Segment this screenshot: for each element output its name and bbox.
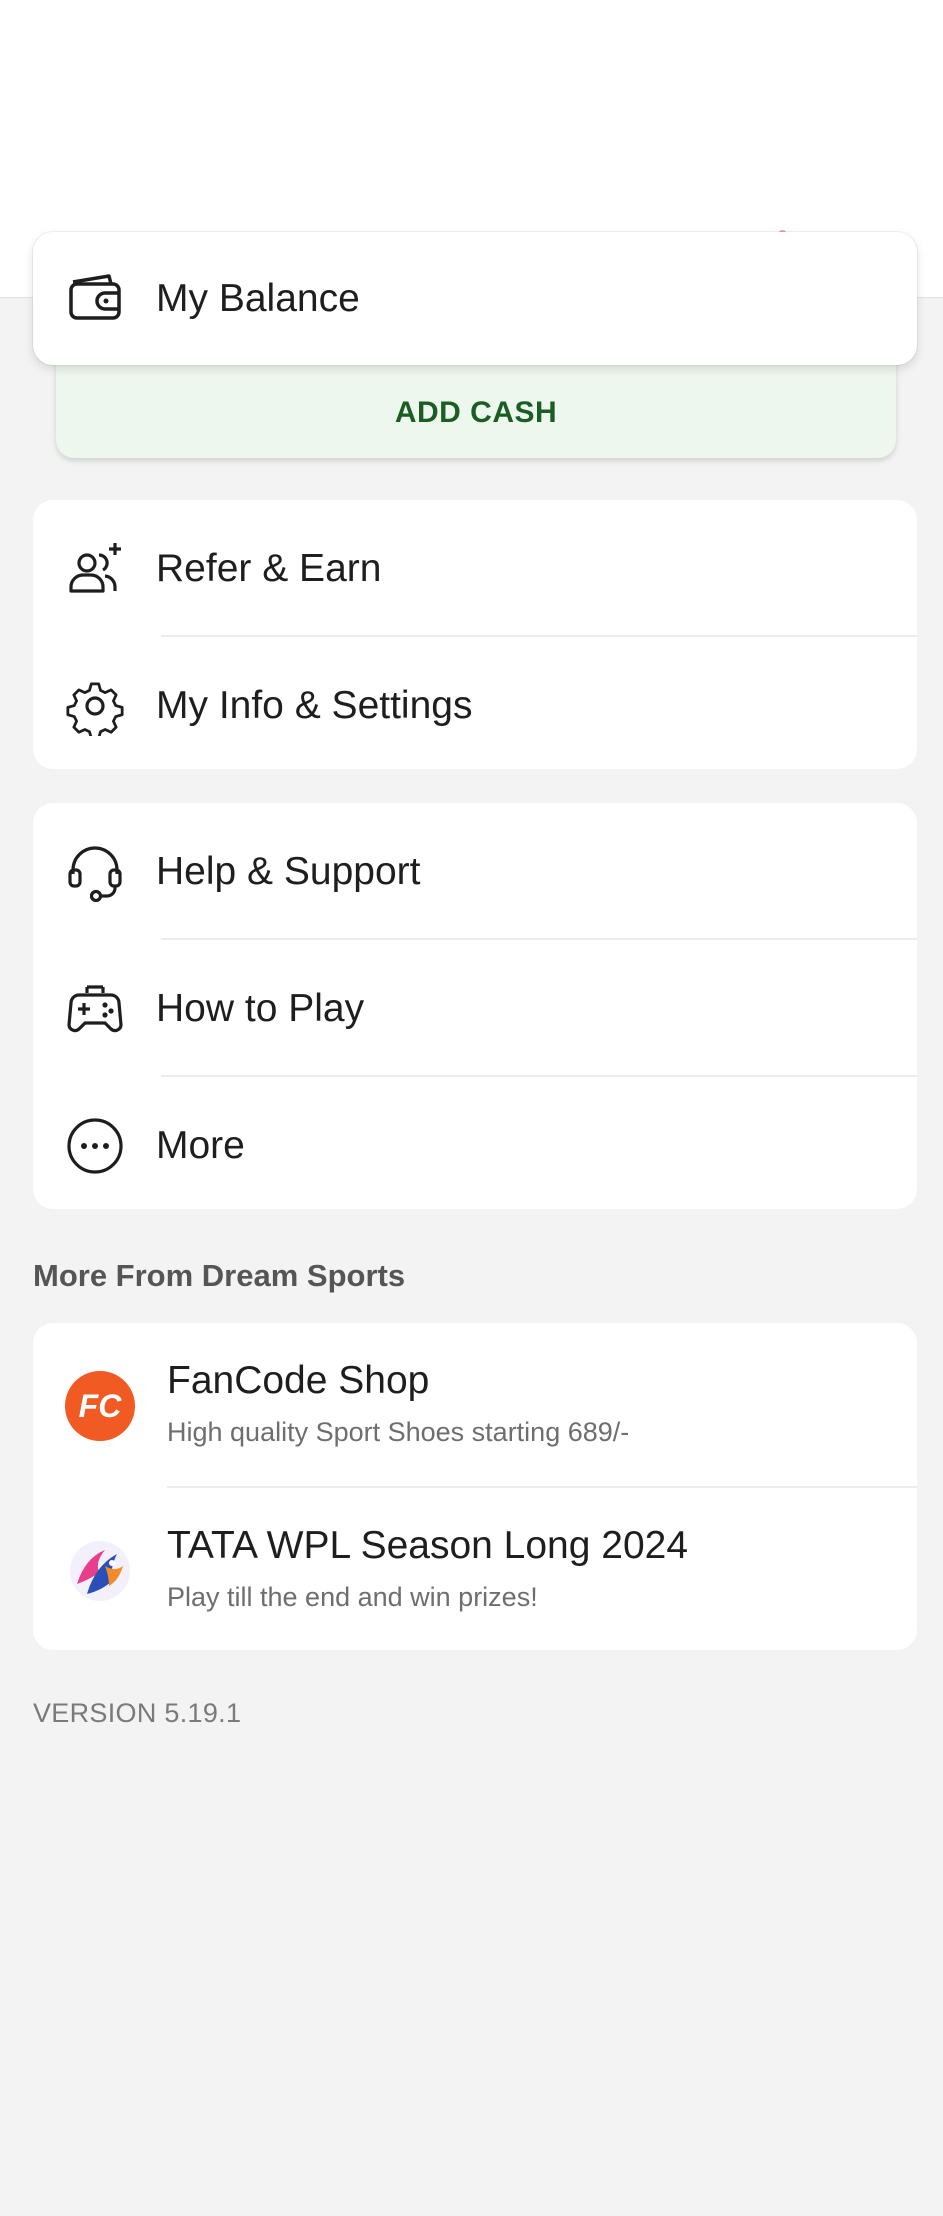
menu-item-label: More <box>156 1123 245 1167</box>
wallet-icon <box>65 268 125 328</box>
menu-item-refer-earn[interactable]: Refer & Earn <box>33 500 917 637</box>
menu-item-label: Help & Support <box>156 849 421 893</box>
gamepad-icon <box>65 979 125 1039</box>
menu-item-help-support[interactable]: Help & Support <box>33 803 917 940</box>
refer-users-icon <box>65 539 125 599</box>
menu-item-label: Refer & Earn <box>156 546 382 590</box>
menu-item-more[interactable]: More <box>33 1077 917 1209</box>
my-balance-label: My Balance <box>156 276 360 320</box>
app-title: FanCode Shop <box>167 1359 430 1402</box>
app-item-tata-wpl[interactable]: TATA WPL Season Long 2024 Play till the … <box>33 1488 917 1650</box>
app-title: TATA WPL Season Long 2024 <box>167 1524 689 1567</box>
svg-text:FC: FC <box>79 1388 123 1424</box>
app-subtitle: Play till the end and win prizes! <box>167 1582 538 1612</box>
app-subtitle: High quality Sport Shoes starting 689/- <box>167 1417 630 1447</box>
fancode-logo: FC <box>65 1371 135 1441</box>
menu-card-account: Refer & Earn My Info & Settings <box>33 500 917 769</box>
more-from-card: FC FanCode Shop High quality Sport Shoes… <box>33 1323 917 1650</box>
gear-icon <box>65 676 125 736</box>
section-title: More From Dream Sports <box>33 1258 406 1293</box>
menu-item-my-info-settings[interactable]: My Info & Settings <box>33 637 917 769</box>
headset-icon <box>65 842 125 902</box>
version-label: VERSION 5.19.1 <box>33 1698 242 1728</box>
my-balance-row[interactable]: My Balance <box>33 232 917 365</box>
menu-item-how-to-play[interactable]: How to Play <box>33 940 917 1077</box>
menu-card-help: Help & Support How to Play More <box>33 803 917 1209</box>
menu-item-label: My Info & Settings <box>156 683 473 727</box>
add-cash-label: ADD CASH <box>394 396 558 429</box>
app-item-fancode-shop[interactable]: FC FanCode Shop High quality Sport Shoes… <box>33 1323 917 1488</box>
menu-item-label: How to Play <box>156 986 365 1030</box>
wpl-logo <box>65 1536 135 1606</box>
more-dots-icon <box>65 1116 125 1176</box>
